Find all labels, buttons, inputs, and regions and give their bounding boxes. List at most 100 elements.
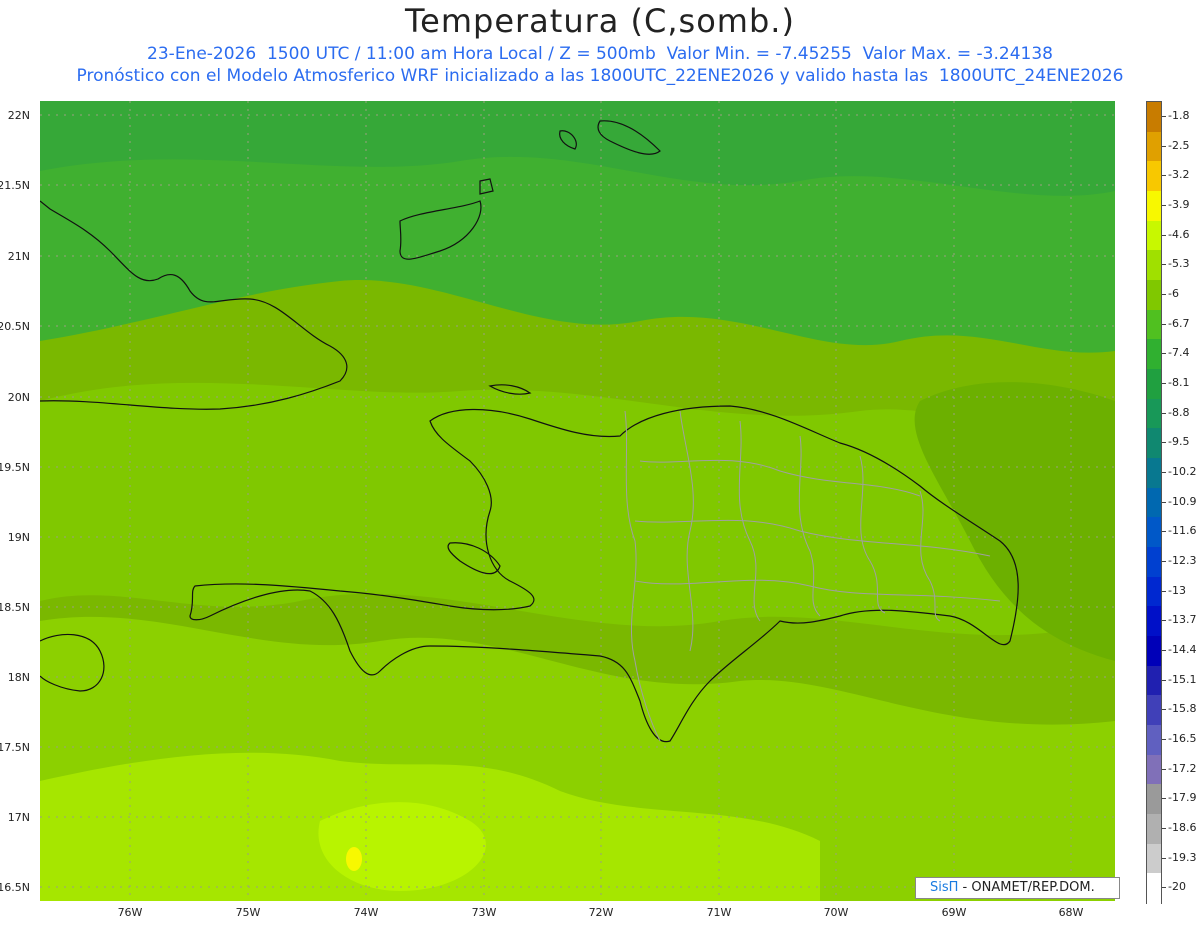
colorbar-tick xyxy=(1162,768,1166,770)
colorbar-swatch xyxy=(1147,754,1161,785)
colorbar-label: -16.5 xyxy=(1168,731,1197,745)
colorbar-label: -11.6 xyxy=(1168,524,1197,538)
map-subtitle-time: 23-Ene-2026 1500 UTC / 11:00 am Hora Loc… xyxy=(147,44,1053,64)
colorbar xyxy=(1146,101,1162,904)
colorbar-swatch xyxy=(1147,428,1161,459)
colorbar-label: -4.6 xyxy=(1168,227,1190,241)
colorbar-swatch xyxy=(1147,131,1161,162)
colorbar-label: -19.3 xyxy=(1168,850,1197,864)
colorbar-tick xyxy=(1162,234,1166,236)
lon-label: 72W xyxy=(588,906,614,919)
colorbar-swatch xyxy=(1147,369,1161,400)
colorbar-tick xyxy=(1162,323,1166,325)
colorbar-label: -8.1 xyxy=(1168,375,1190,389)
colorbar-label: -3.2 xyxy=(1168,168,1190,182)
colorbar-tick xyxy=(1162,175,1166,177)
colorbar-label: -8.8 xyxy=(1168,405,1190,419)
lon-label: 71W xyxy=(706,906,732,919)
colorbar-swatch xyxy=(1147,487,1161,518)
colorbar-label: -6.7 xyxy=(1168,316,1190,330)
colorbar-swatch xyxy=(1147,784,1161,815)
colorbar-swatch xyxy=(1147,161,1161,192)
colorbar-label: -14.4 xyxy=(1168,642,1197,656)
colorbar-swatch xyxy=(1147,606,1161,637)
colorbar-tick xyxy=(1162,887,1166,889)
map-title: Temperatura (C,somb.) xyxy=(405,2,795,40)
colorbar-swatch xyxy=(1147,843,1161,874)
colorbar-label: -17.2 xyxy=(1168,761,1197,775)
colorbar-tick xyxy=(1162,412,1166,414)
lat-label: 17.5N xyxy=(0,741,30,754)
colorbar-tick xyxy=(1162,798,1166,800)
lat-label: 17N xyxy=(7,811,30,824)
colorbar-label: -13 xyxy=(1168,583,1186,597)
colorbar-swatch xyxy=(1147,458,1161,489)
colorbar-label: -2.5 xyxy=(1168,138,1190,152)
colorbar-tick xyxy=(1162,709,1166,711)
colorbar-tick xyxy=(1162,738,1166,740)
colorbar-tick xyxy=(1162,590,1166,592)
colorbar-tick xyxy=(1162,679,1166,681)
colorbar-label: -9.5 xyxy=(1168,435,1190,449)
colorbar-tick xyxy=(1162,857,1166,859)
temperature-map xyxy=(40,101,1115,901)
credit-text: - ONAMET/REP.DOM. xyxy=(958,880,1095,895)
colorbar-label: -6 xyxy=(1168,286,1179,300)
lon-label: 68W xyxy=(1058,906,1084,919)
colorbar-label: -7.4 xyxy=(1168,346,1190,360)
colorbar-tick xyxy=(1162,204,1166,206)
colorbar-tick xyxy=(1162,620,1166,622)
field-yellow-spot xyxy=(346,847,362,871)
colorbar-tick xyxy=(1162,501,1166,503)
colorbar-label: -3.9 xyxy=(1168,197,1190,211)
lon-label: 69W xyxy=(941,906,967,919)
colorbar-swatch xyxy=(1147,636,1161,667)
colorbar-tick xyxy=(1162,382,1166,384)
colorbar-tick xyxy=(1162,531,1166,533)
lat-label: 21.5N xyxy=(0,179,30,192)
colorbar-label: -5.3 xyxy=(1168,257,1190,271)
colorbar-tick xyxy=(1162,560,1166,562)
colorbar-tick xyxy=(1162,649,1166,651)
colorbar-label: -15.1 xyxy=(1168,672,1197,686)
colorbar-swatch xyxy=(1147,547,1161,578)
colorbar-swatch xyxy=(1147,191,1161,222)
lat-label: 18.5N xyxy=(0,601,30,614)
colorbar-swatch xyxy=(1147,695,1161,726)
lon-label: 74W xyxy=(353,906,379,919)
colorbar-swatch xyxy=(1147,102,1161,133)
colorbar-swatch xyxy=(1147,220,1161,251)
lat-label: 20.5N xyxy=(0,320,30,333)
colorbar-label: -13.7 xyxy=(1168,613,1197,627)
sispi-logo: SisΠ xyxy=(930,880,959,895)
colorbar-swatch xyxy=(1147,725,1161,756)
colorbar-swatch xyxy=(1147,309,1161,340)
colorbar-tick xyxy=(1162,471,1166,473)
colorbar-tick xyxy=(1162,827,1166,829)
colorbar-swatch xyxy=(1147,576,1161,607)
colorbar-swatch xyxy=(1147,665,1161,696)
colorbar-swatch xyxy=(1147,814,1161,845)
colorbar-swatch xyxy=(1147,517,1161,548)
map-subtitle-model: Pronóstico con el Modelo Atmosferico WRF… xyxy=(76,66,1124,86)
lat-label: 20N xyxy=(7,391,30,404)
lat-label: 18N xyxy=(7,671,30,684)
colorbar-label: -12.3 xyxy=(1168,553,1197,567)
colorbar-label: -10.9 xyxy=(1168,494,1197,508)
colorbar-label: -15.8 xyxy=(1168,702,1197,716)
colorbar-tick xyxy=(1162,293,1166,295)
colorbar-tick xyxy=(1162,442,1166,444)
colorbar-tick xyxy=(1162,145,1166,147)
colorbar-swatch xyxy=(1147,873,1161,904)
colorbar-label: -1.8 xyxy=(1168,108,1190,122)
colorbar-swatch xyxy=(1147,339,1161,370)
colorbar-label: -20 xyxy=(1168,880,1186,894)
colorbar-tick xyxy=(1162,115,1166,117)
lon-label: 76W xyxy=(117,906,143,919)
lat-label: 22N xyxy=(7,109,30,122)
colorbar-tick xyxy=(1162,264,1166,266)
credit-box: SisΠ - ONAMET/REP.DOM. xyxy=(915,877,1120,899)
lon-label: 70W xyxy=(823,906,849,919)
lon-label: 73W xyxy=(471,906,497,919)
colorbar-label: -18.6 xyxy=(1168,820,1197,834)
